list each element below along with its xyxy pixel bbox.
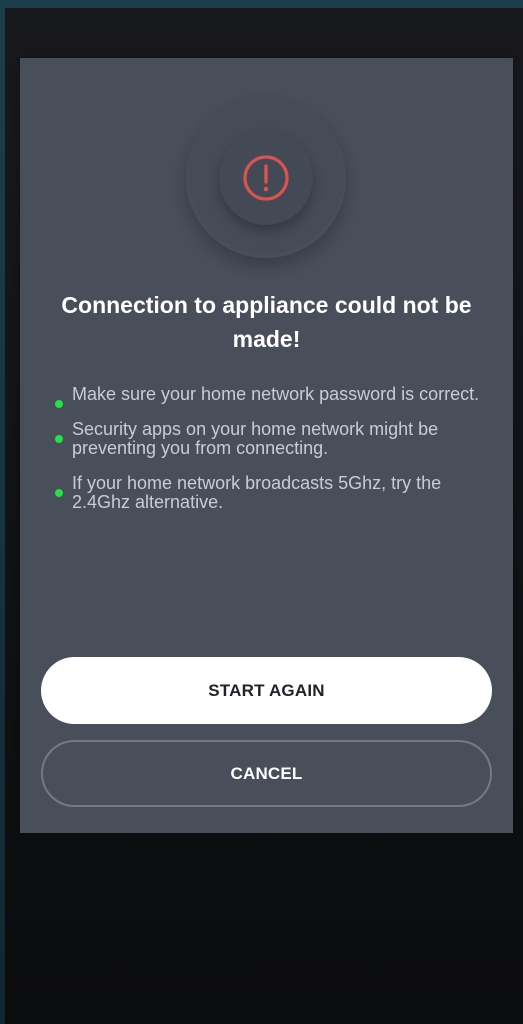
bullet-dot-icon	[55, 435, 63, 443]
bullet-dot-icon	[55, 400, 63, 408]
error-icon-halo	[186, 98, 346, 258]
bullet-dot-icon	[55, 489, 63, 497]
connection-error-dialog: Connection to appliance could not be mad…	[20, 58, 513, 833]
tip-text: Make sure your home network password is …	[72, 384, 480, 404]
troubleshooting-tips-list: Make sure your home network password is …	[55, 385, 485, 528]
exclamation-circle-icon	[243, 155, 289, 201]
dialog-title: Connection to appliance could not be mad…	[61, 292, 472, 352]
tip-item: If your home network broadcasts 5Ghz, tr…	[55, 474, 485, 512]
tip-text: Security apps on your home network might…	[72, 419, 439, 458]
error-icon-badge	[219, 131, 313, 225]
tip-text: If your home network broadcasts 5Ghz, tr…	[72, 473, 442, 512]
start-again-button[interactable]: START AGAIN	[41, 657, 492, 724]
tip-item: Security apps on your home network might…	[55, 420, 485, 458]
app-background: Connection to appliance could not be mad…	[5, 8, 523, 1024]
cancel-button[interactable]: CANCEL	[41, 740, 492, 807]
tip-item: Make sure your home network password is …	[55, 384, 485, 408]
